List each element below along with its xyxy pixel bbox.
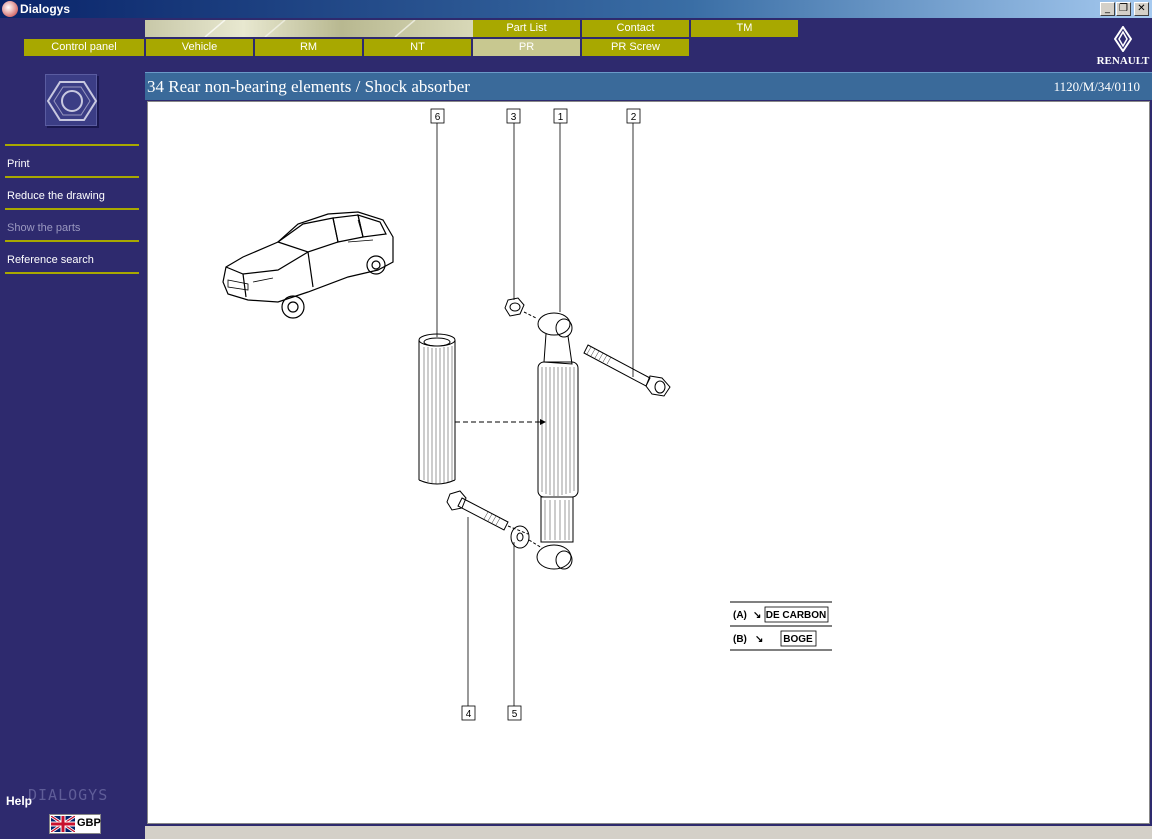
callout-1[interactable]: 1 <box>553 108 568 124</box>
dust-boot-part <box>418 333 456 485</box>
uk-flag-icon <box>51 816 75 832</box>
svg-text:4: 4 <box>466 709 472 720</box>
tab-tm[interactable]: TM <box>691 20 799 37</box>
parts-drawing[interactable]: 6 3 1 2 4 5 (A) ↘ DE CARBON (B) ↘ BOGE <box>147 101 1150 824</box>
legend-value-a: DE CARBON <box>766 610 827 621</box>
status-strip <box>145 826 1152 839</box>
legend-value-b: BOGE <box>783 634 813 645</box>
separator <box>5 176 139 178</box>
callout-2[interactable]: 2 <box>626 108 641 124</box>
close-button[interactable]: ✕ <box>1134 2 1149 16</box>
callout-6[interactable]: 6 <box>430 108 445 124</box>
separator <box>5 144 139 146</box>
title-bar: Dialogys _ ❐ ✕ <box>0 0 1152 18</box>
callout-4[interactable]: 4 <box>461 705 476 721</box>
reduce-drawing-link[interactable]: Reduce the drawing <box>7 190 105 202</box>
tab-pr-screw[interactable]: PR Screw <box>582 39 690 56</box>
separator <box>5 240 139 242</box>
tab-nt[interactable]: NT <box>364 39 472 56</box>
svg-text:3: 3 <box>511 112 517 123</box>
dialogys-watermark: DIALOGYS <box>28 786 109 804</box>
shock-absorber-part <box>536 312 579 570</box>
separator <box>5 272 139 274</box>
legend-key-a: (A) <box>733 610 747 621</box>
car-illustration <box>222 211 394 319</box>
renault-logo: RENAULT <box>1096 24 1150 70</box>
legend-key-b: (B) <box>733 634 747 645</box>
help-link[interactable]: Help <box>6 794 32 808</box>
content-header: 34 Rear non-bearing elements / Shock abs… <box>145 72 1152 100</box>
top-navigation: Part List Contact TM Control panel Vehic… <box>0 18 1152 72</box>
app-icon <box>2 1 18 17</box>
tab-contact[interactable]: Contact <box>582 20 690 37</box>
currency-selector[interactable]: GBP <box>49 814 101 834</box>
reference-search-link[interactable]: Reference search <box>7 254 94 266</box>
upper-bolt-part <box>583 344 671 397</box>
svg-text:↘: ↘ <box>753 610 761 621</box>
tab-part-list[interactable]: Part List <box>473 20 581 37</box>
separator <box>5 208 139 210</box>
callout-3[interactable]: 3 <box>506 108 521 124</box>
svg-text:1: 1 <box>558 112 564 123</box>
page-title: 34 Rear non-bearing elements / Shock abs… <box>147 77 470 96</box>
tab-control-panel[interactable]: Control panel <box>24 39 145 56</box>
callout-leaders <box>436 122 634 706</box>
sidebar: Print Reduce the drawing Show the parts … <box>0 72 145 839</box>
manufacturer-legend: (A) ↘ DE CARBON (B) ↘ BOGE <box>730 601 832 651</box>
dialogys-window: Dialogys _ ❐ ✕ Part List Contact TM Cont… <box>0 0 1152 839</box>
tab-vehicle[interactable]: Vehicle <box>146 39 254 56</box>
hex-nut-icon <box>45 74 98 126</box>
svg-text:5: 5 <box>512 709 518 720</box>
minimize-button[interactable]: _ <box>1100 2 1115 16</box>
maximize-button[interactable]: ❐ <box>1116 2 1131 16</box>
washer-part <box>510 525 543 549</box>
svg-text:6: 6 <box>435 112 441 123</box>
svg-text:2: 2 <box>631 112 637 123</box>
renault-diamond-icon <box>1114 26 1132 52</box>
renault-wordmark: RENAULT <box>1096 55 1150 67</box>
nut-part <box>504 297 537 319</box>
banner-image <box>145 20 473 37</box>
page-reference: 1120/M/34/0110 <box>1053 79 1140 94</box>
currency-label: GBP <box>77 817 101 829</box>
callout-5[interactable]: 5 <box>507 705 522 721</box>
tab-rm[interactable]: RM <box>255 39 363 56</box>
tab-pr[interactable]: PR <box>473 39 581 56</box>
svg-text:↘: ↘ <box>755 634 763 645</box>
window-title: Dialogys <box>20 2 71 16</box>
show-parts-link[interactable]: Show the parts <box>7 222 80 234</box>
print-link[interactable]: Print <box>7 158 30 170</box>
